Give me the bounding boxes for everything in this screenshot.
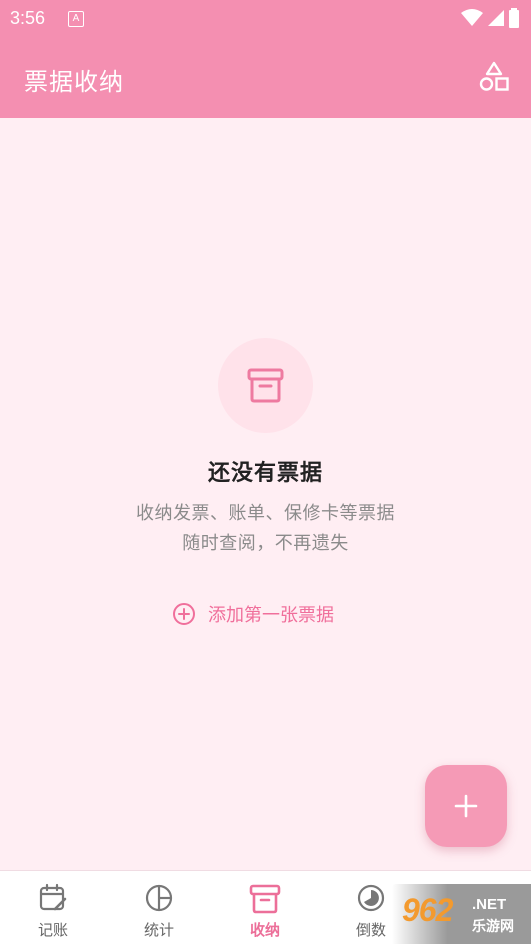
empty-state: 还没有票据 收纳发票、账单、保修卡等票据 随时查阅，不再遗失 xyxy=(0,338,531,559)
status-bar: 3:56 A xyxy=(0,0,531,38)
nav-label: 收纳 xyxy=(249,921,280,939)
nav-label: 统计 xyxy=(143,921,174,939)
status-indicator: A xyxy=(68,11,84,27)
nav-item-storage[interactable]: 收纳 xyxy=(212,871,318,945)
nav-item-statistics[interactable]: 统计 xyxy=(106,871,212,945)
watermark-net: .NET xyxy=(472,896,507,913)
add-circle-icon xyxy=(173,603,195,625)
site-watermark: 962 .NET 乐游网 xyxy=(392,884,531,944)
empty-desc-line1: 收纳发票、账单、保修卡等票据 xyxy=(136,503,395,524)
add-first-receipt-label: 添加第一张票据 xyxy=(208,605,334,626)
status-time: 3:56 xyxy=(10,8,46,28)
nav-label: 记账 xyxy=(37,921,68,939)
status-icons xyxy=(461,8,519,28)
add-fab-button[interactable] xyxy=(425,765,507,847)
page-title: 票据收纳 xyxy=(24,68,124,96)
categories-button[interactable] xyxy=(477,60,511,94)
pie-chart-icon xyxy=(145,884,173,912)
watermark-site: 乐游网 xyxy=(472,919,514,935)
shapes-icon xyxy=(479,61,509,91)
app-bar: 票据收纳 xyxy=(0,38,531,118)
plus-icon xyxy=(454,794,478,818)
empty-description: 收纳发票、账单、保修卡等票据 随时查阅，不再遗失 xyxy=(0,499,531,559)
nav-item-bookkeeping[interactable]: 记账 xyxy=(0,871,106,945)
empty-illustration xyxy=(218,338,313,433)
watermark-number: 962 xyxy=(402,892,453,928)
empty-title: 还没有票据 xyxy=(207,461,323,486)
wifi-icon xyxy=(461,9,483,26)
countdown-icon xyxy=(357,884,385,912)
signal-icon xyxy=(488,10,504,26)
empty-desc-line2: 随时查阅，不再遗失 xyxy=(182,533,349,554)
calendar-edit-icon xyxy=(39,883,67,911)
archive-icon xyxy=(249,884,281,914)
add-first-receipt-button[interactable]: 添加第一张票据 xyxy=(172,600,334,628)
battery-icon xyxy=(509,8,519,28)
archive-icon xyxy=(247,368,284,403)
